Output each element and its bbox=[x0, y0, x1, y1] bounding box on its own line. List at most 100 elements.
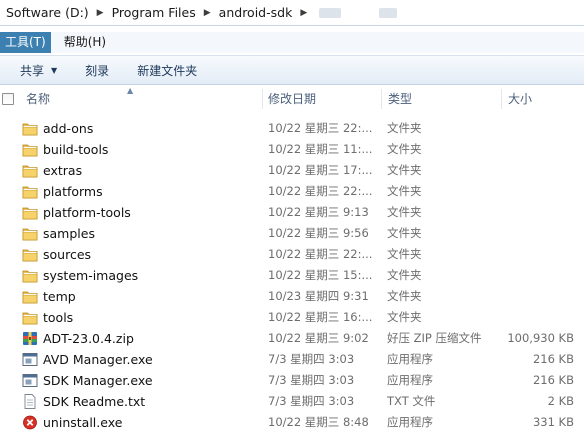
folder-icon bbox=[22, 289, 38, 304]
folder-icon bbox=[22, 163, 38, 178]
column-divider[interactable] bbox=[262, 89, 263, 109]
menu-tools[interactable]: 工具(T) bbox=[0, 32, 51, 53]
file-row[interactable]: temp 10/23 星期四 9:31 文件夹 bbox=[0, 286, 584, 307]
column-header-type[interactable]: 类型 bbox=[388, 87, 498, 111]
command-bar: 共享 ▼ 刻录 新建文件夹 bbox=[0, 55, 584, 85]
file-row[interactable]: sources 10/22 星期三 22:... 文件夹 bbox=[0, 244, 584, 265]
file-row[interactable]: platforms 10/22 星期三 22:... 文件夹 bbox=[0, 181, 584, 202]
file-type: 好压 ZIP 压缩文件 bbox=[387, 331, 482, 345]
breadcrumb-separator-icon[interactable]: ▶ bbox=[300, 8, 307, 18]
folder-icon bbox=[22, 226, 38, 241]
select-all-checkbox[interactable] bbox=[2, 93, 14, 105]
file-name: SDK Manager.exe bbox=[43, 373, 153, 388]
burn-button[interactable]: 刻录 bbox=[85, 62, 109, 79]
file-row[interactable]: system-images 10/22 星期三 15:... 文件夹 bbox=[0, 265, 584, 286]
column-header-size[interactable]: 大小 bbox=[508, 87, 578, 111]
file-row[interactable]: SDK Manager.exe 7/3 星期四 3:03 应用程序 216 KB bbox=[0, 370, 584, 391]
folder-icon bbox=[22, 121, 38, 136]
file-size bbox=[500, 244, 574, 265]
file-modified-date: 10/22 星期三 9:13 bbox=[268, 205, 369, 219]
file-modified-date: 7/3 星期四 3:03 bbox=[268, 352, 355, 366]
column-headers: ▲ 名称 修改日期 类型 大小 bbox=[0, 86, 584, 111]
file-name: system-images bbox=[43, 268, 139, 283]
share-label: 共享 bbox=[20, 63, 45, 78]
file-name: extras bbox=[43, 163, 83, 178]
file-row[interactable]: samples 10/22 星期三 9:56 文件夹 bbox=[0, 223, 584, 244]
file-modified-date: 10/22 星期三 9:56 bbox=[268, 226, 369, 240]
zip-archive-icon bbox=[22, 331, 38, 346]
breadcrumb-separator-icon[interactable]: ▶ bbox=[204, 8, 211, 18]
file-size: 216 KB bbox=[532, 373, 574, 387]
file-type: 文件夹 bbox=[387, 142, 422, 156]
application-icon bbox=[22, 373, 38, 388]
file-row[interactable]: tools 10/22 星期三 16:... 文件夹 bbox=[0, 307, 584, 328]
file-row[interactable]: SDK Readme.txt 7/3 星期四 3:03 TXT 文件 2 KB bbox=[0, 391, 584, 412]
menu-help[interactable]: 帮助(H) bbox=[59, 32, 111, 53]
column-divider[interactable] bbox=[381, 89, 382, 109]
file-type: 文件夹 bbox=[387, 205, 422, 219]
file-type: 文件夹 bbox=[387, 163, 422, 177]
file-size: 100,930 KB bbox=[507, 331, 574, 345]
file-name: temp bbox=[43, 289, 76, 304]
breadcrumb-drive[interactable]: Software (D:) bbox=[6, 5, 89, 20]
file-name: tools bbox=[43, 310, 74, 325]
file-row[interactable]: AVD Manager.exe 7/3 星期四 3:03 应用程序 216 KB bbox=[0, 349, 584, 370]
file-type: 文件夹 bbox=[387, 121, 422, 135]
file-modified-date: 7/3 星期四 3:03 bbox=[268, 394, 355, 408]
file-row[interactable]: uninstall.exe 10/22 星期三 8:48 应用程序 331 KB bbox=[0, 412, 584, 433]
file-size bbox=[500, 307, 574, 328]
file-name: add-ons bbox=[43, 121, 94, 136]
file-list: add-ons 10/22 星期三 22:... 文件夹 build-tools 10/… bbox=[0, 118, 584, 433]
application-icon bbox=[22, 352, 38, 367]
file-modified-date: 10/22 星期三 11:... bbox=[268, 142, 373, 156]
file-size: 2 KB bbox=[547, 394, 574, 408]
file-size bbox=[500, 160, 574, 181]
address-bar[interactable]: Software (D:) ▶ Program Files ▶ android-… bbox=[0, 0, 584, 26]
breadcrumb-separator-icon[interactable]: ▶ bbox=[97, 8, 104, 18]
file-row[interactable]: extras 10/22 星期三 17:... 文件夹 bbox=[0, 160, 584, 181]
breadcrumb-program-files[interactable]: Program Files bbox=[112, 5, 196, 20]
file-size bbox=[500, 286, 574, 307]
file-modified-date: 10/22 星期三 22:... bbox=[268, 184, 373, 198]
file-row[interactable]: ADT-23.0.4.zip 10/22 星期三 9:02 好压 ZIP 压缩文件 1… bbox=[0, 328, 584, 349]
file-size bbox=[500, 139, 574, 160]
file-size: 216 KB bbox=[532, 352, 574, 366]
folder-icon bbox=[22, 310, 38, 325]
file-modified-date: 10/22 星期三 22:... bbox=[268, 121, 373, 135]
file-size bbox=[500, 223, 574, 244]
file-modified-date: 10/22 星期三 17:... bbox=[268, 163, 373, 177]
file-type: 应用程序 bbox=[387, 415, 433, 429]
file-size bbox=[500, 181, 574, 202]
file-row[interactable]: add-ons 10/22 星期三 22:... 文件夹 bbox=[0, 118, 584, 139]
file-modified-date: 7/3 星期四 3:03 bbox=[268, 373, 355, 387]
file-name: sources bbox=[43, 247, 92, 262]
file-modified-date: 10/22 星期三 22:... bbox=[268, 247, 373, 261]
file-modified-date: 10/23 星期四 9:31 bbox=[268, 289, 369, 303]
file-name: ADT-23.0.4.zip bbox=[43, 331, 134, 346]
breadcrumb-android-sdk[interactable]: android-sdk bbox=[219, 5, 293, 20]
file-modified-date: 10/22 星期三 8:48 bbox=[268, 415, 369, 429]
file-type: 文件夹 bbox=[387, 268, 422, 282]
folder-icon bbox=[22, 268, 38, 283]
column-header-name[interactable]: 名称 bbox=[26, 87, 262, 111]
file-type: 文件夹 bbox=[387, 289, 422, 303]
folder-icon bbox=[22, 184, 38, 199]
file-name: samples bbox=[43, 226, 95, 241]
file-name: build-tools bbox=[43, 142, 109, 157]
file-name: AVD Manager.exe bbox=[43, 352, 153, 367]
file-size bbox=[500, 265, 574, 286]
folder-icon bbox=[22, 205, 38, 220]
redacted-breadcrumb bbox=[379, 7, 398, 18]
redacted-breadcrumb bbox=[319, 7, 342, 18]
file-modified-date: 10/22 星期三 16:... bbox=[268, 310, 373, 324]
share-button[interactable]: 共享 ▼ bbox=[20, 62, 57, 79]
column-header-modified[interactable]: 修改日期 bbox=[268, 87, 380, 111]
file-type: 文件夹 bbox=[387, 247, 422, 261]
file-row[interactable]: build-tools 10/22 星期三 11:... 文件夹 bbox=[0, 139, 584, 160]
file-size bbox=[500, 118, 574, 139]
column-divider[interactable] bbox=[501, 89, 502, 109]
file-type: 文件夹 bbox=[387, 310, 422, 324]
file-type: 文件夹 bbox=[387, 226, 422, 240]
file-row[interactable]: platform-tools 10/22 星期三 9:13 文件夹 bbox=[0, 202, 584, 223]
new-folder-button[interactable]: 新建文件夹 bbox=[137, 62, 197, 79]
